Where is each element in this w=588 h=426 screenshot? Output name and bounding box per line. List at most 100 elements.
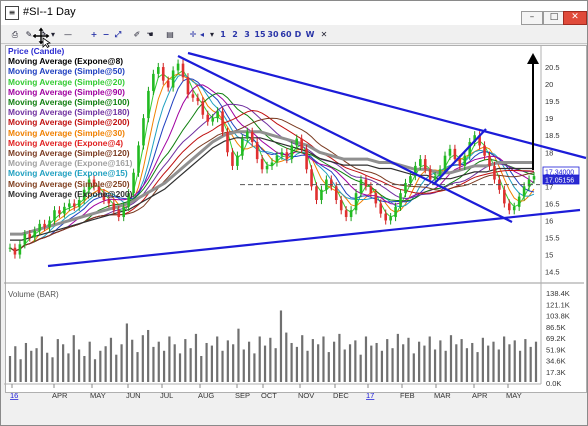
- volume-bar: [221, 350, 224, 382]
- candle-body: [369, 186, 373, 194]
- volume-bar: [428, 336, 431, 382]
- price-tick-label: 16: [545, 216, 553, 225]
- volume-bar: [19, 359, 22, 382]
- volume-bar: [83, 355, 86, 382]
- volume-bar: [125, 323, 128, 382]
- volume-bar: [487, 345, 490, 382]
- candle-body: [349, 210, 353, 218]
- candle-body: [305, 148, 308, 170]
- candle-body: [166, 80, 170, 88]
- candle-body: [448, 148, 452, 156]
- candle-body: [320, 189, 323, 200]
- volume-bar: [306, 350, 309, 382]
- candle-body: [33, 230, 37, 238]
- candle-body: [152, 73, 155, 91]
- volume-bar: [508, 344, 511, 382]
- price-tick-label: 16.5: [545, 199, 560, 208]
- price-tick-label: 19: [545, 114, 553, 123]
- volume-bar: [534, 341, 538, 382]
- volume-bar: [359, 354, 362, 382]
- volume-bar: [269, 337, 272, 382]
- candle-body: [43, 223, 46, 228]
- volume-bar: [30, 350, 33, 382]
- volume-bar: [322, 336, 325, 382]
- volume-bar: [162, 350, 166, 382]
- volume-bar: [210, 345, 213, 382]
- volume-bar: [338, 333, 341, 382]
- candle-body: [181, 63, 185, 78]
- volume-bar: [184, 339, 187, 382]
- candle-body: [433, 176, 437, 180]
- volume-bar: [364, 336, 368, 382]
- month-label: NOV: [298, 391, 314, 400]
- volume-bar: [93, 359, 97, 382]
- candle-body: [68, 203, 71, 207]
- volume-bar: [24, 342, 28, 382]
- volume-bar: [449, 335, 453, 382]
- candle-body: [334, 186, 338, 200]
- volume-bar: [465, 348, 469, 382]
- volume-bar: [433, 349, 437, 382]
- volume-bar: [104, 346, 107, 382]
- legend-item: Moving Average (Simple@50): [8, 66, 125, 77]
- indicator-legend: Price (Candle) Moving Average (Expone@8) M…: [8, 46, 132, 199]
- volume-bar: [311, 339, 314, 382]
- month-label: JUL: [160, 391, 173, 400]
- volume-bar: [327, 352, 330, 382]
- legend-item: Moving Average (Expone@8): [8, 56, 124, 67]
- candle-body: [419, 159, 422, 166]
- volume-bar: [88, 341, 91, 382]
- volume-bar: [370, 345, 373, 382]
- volume-tick-label: 0.0K: [546, 379, 561, 388]
- volume-bar: [285, 332, 288, 382]
- candle-body: [409, 176, 412, 183]
- month-label: 16: [10, 391, 18, 400]
- price-tick-label: 20.5: [545, 63, 560, 72]
- candle-body: [58, 210, 61, 214]
- month-label: FEB: [400, 391, 415, 400]
- volume-bar: [35, 348, 38, 382]
- candle-body: [107, 200, 111, 204]
- legend-item: Moving Average (Expone@161): [8, 158, 133, 169]
- candle-body: [245, 131, 249, 139]
- target-arrow-head: [527, 53, 539, 64]
- legend-item: Moving Average (Simple@90): [8, 86, 125, 97]
- candle-body: [117, 210, 121, 218]
- volume-bar: [253, 353, 256, 382]
- volume-bar: [46, 352, 49, 382]
- candle-body: [339, 200, 343, 211]
- volume-bar: [263, 345, 267, 382]
- volume-bar: [8, 355, 12, 382]
- volume-bar: [439, 340, 442, 382]
- candle-body: [13, 247, 17, 255]
- candle-body: [38, 223, 41, 231]
- candle-body: [221, 111, 224, 132]
- candle-body: [137, 145, 140, 173]
- volume-bar: [518, 350, 522, 382]
- candle-body: [384, 213, 387, 221]
- volume-bar: [497, 349, 500, 382]
- volume-bar: [386, 339, 389, 382]
- volume-bar: [72, 335, 75, 382]
- month-label: OCT: [261, 391, 277, 400]
- volume-bar: [189, 348, 192, 382]
- candle-body: [201, 101, 205, 115]
- month-label: MAR: [434, 391, 451, 400]
- volume-bar: [242, 349, 245, 382]
- volume-bar: [99, 350, 102, 382]
- legend-item: Moving Average (Simple@30): [8, 127, 125, 138]
- candle-body: [394, 206, 397, 218]
- price-tick-label: 15.5: [545, 234, 560, 243]
- candle-body: [63, 206, 66, 214]
- candle-body: [255, 142, 259, 160]
- month-label: DEC: [333, 391, 349, 400]
- candle-body: [142, 118, 145, 146]
- month-label: SEP: [235, 391, 250, 400]
- volume-bar: [476, 352, 479, 382]
- candle-body: [483, 145, 486, 156]
- candle-body: [270, 162, 274, 166]
- candle-body: [226, 131, 229, 153]
- candle-body: [488, 155, 491, 166]
- candle-body: [48, 220, 51, 228]
- volume-bar: [333, 341, 336, 382]
